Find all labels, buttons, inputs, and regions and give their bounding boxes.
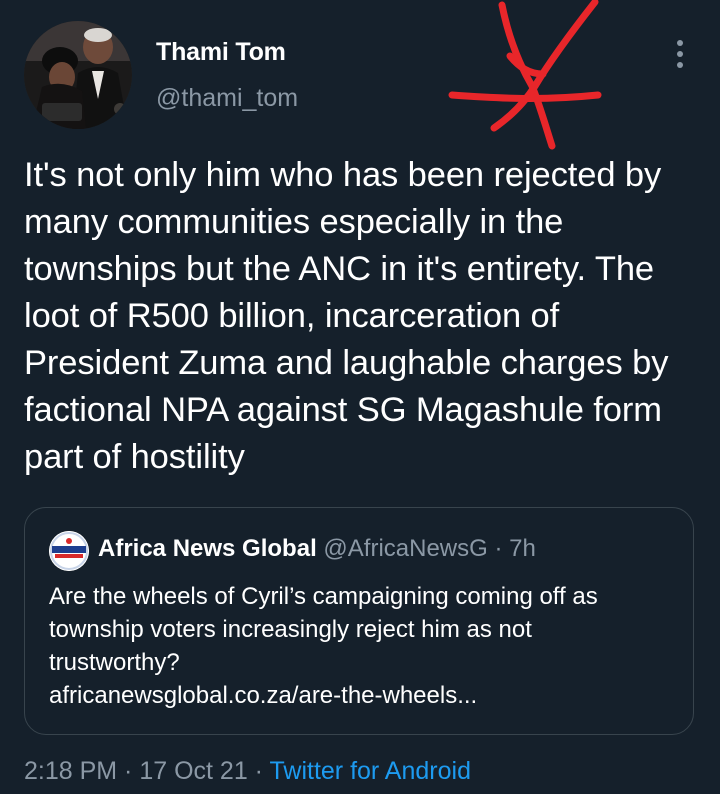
author-handle[interactable]: @thami_tom xyxy=(156,83,298,113)
red-scribble-mark xyxy=(448,0,602,150)
quoted-tweet-header: Africa News Global @AfricaNewsG · 7h xyxy=(98,534,536,564)
tweet-detail: Thami Tom @thami_tom It's not only him w… xyxy=(0,0,720,794)
quoted-tweet-text: Are the wheels of Cyril’s campaigning co… xyxy=(49,580,669,712)
separator-dot: · xyxy=(487,535,510,562)
tweet-date[interactable]: 17 Oct 21 xyxy=(139,757,247,785)
quoted-tweet-age: 7h xyxy=(509,535,536,562)
quoted-tweet-card[interactable]: Africa News Global @AfricaNewsG · 7h Are… xyxy=(24,507,694,735)
author-info: Thami Tom @thami_tom xyxy=(156,37,298,113)
tweet-time[interactable]: 2:18 PM xyxy=(24,757,117,785)
tweet-source-link[interactable]: Twitter for Android xyxy=(270,757,471,785)
quoted-author-handle[interactable]: @AfricaNewsG xyxy=(323,535,487,562)
separator-dot: · xyxy=(247,757,270,785)
quoted-author-avatar xyxy=(49,531,89,571)
separator-dot: · xyxy=(117,757,140,785)
author-name[interactable]: Thami Tom xyxy=(156,37,298,67)
tweet-footer: 2:18 PM · 17 Oct 21 · Twitter for Androi… xyxy=(24,756,471,786)
author-avatar[interactable] xyxy=(24,21,132,129)
quoted-tweet-body: Are the wheels of Cyril’s campaigning co… xyxy=(49,583,598,676)
quoted-tweet-link[interactable]: africanewsglobal.co.za/are-the-wheels... xyxy=(49,682,477,709)
more-vertical-icon[interactable] xyxy=(666,38,694,70)
quoted-author-name[interactable]: Africa News Global xyxy=(98,535,317,562)
tweet-text: It's not only him who has been rejected … xyxy=(24,156,669,476)
